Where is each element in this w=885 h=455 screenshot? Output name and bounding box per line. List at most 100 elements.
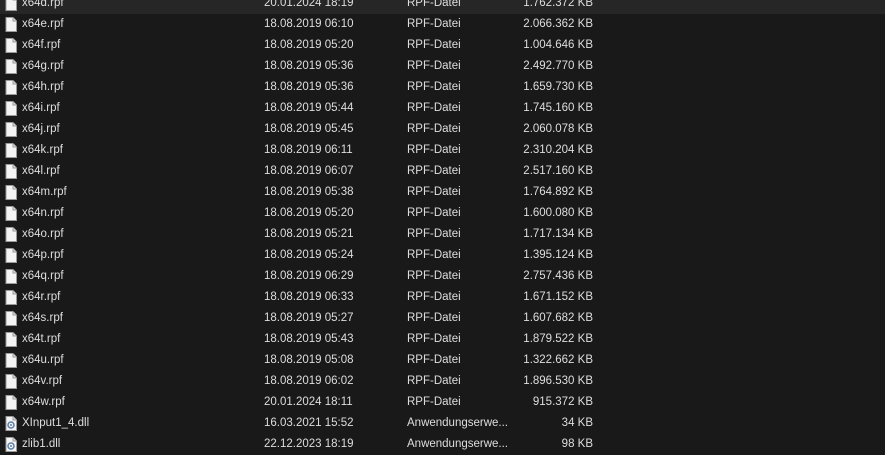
file-size: 1.600.080 KB — [523, 207, 593, 219]
file-row[interactable]: x64e.rpf 18.08.2019 06:10 RPF-Datei 2.066.3… — [0, 14, 885, 35]
document-icon — [5, 227, 17, 242]
file-modified-date: 18.08.2019 05:43 — [264, 333, 354, 345]
file-type: RPF-Datei — [407, 39, 461, 51]
document-icon — [5, 185, 17, 200]
file-name: x64p.rpf — [22, 249, 64, 261]
file-name: x64n.rpf — [22, 207, 64, 219]
file-type: RPF-Datei — [407, 18, 461, 30]
file-modified-date: 18.08.2019 06:33 — [264, 291, 354, 303]
dll-gear-icon — [5, 416, 17, 431]
file-name: XInput1_4.dll — [22, 417, 90, 429]
file-name: x64u.rpf — [22, 354, 64, 366]
file-size: 2.060.078 KB — [523, 123, 593, 135]
file-modified-date: 18.08.2019 06:11 — [264, 144, 353, 156]
file-row[interactable]: XInput1_4.dll 16.03.2021 15:52 Anwendungse… — [0, 413, 885, 434]
file-size: 2.066.362 KB — [523, 18, 593, 30]
file-row[interactable]: x64u.rpf 18.08.2019 05:08 RPF-Datei 1.322.6… — [0, 350, 885, 371]
file-row[interactable]: x64q.rpf 18.08.2019 06:29 RPF-Datei 2.757.4… — [0, 266, 885, 287]
file-type: RPF-Datei — [407, 207, 461, 219]
file-modified-date: 18.08.2019 06:02 — [264, 375, 354, 387]
file-modified-date: 18.08.2019 05:20 — [264, 207, 354, 219]
file-size: 1.671.152 KB — [523, 291, 593, 303]
file-modified-date: 18.08.2019 05:44 — [264, 102, 354, 114]
file-modified-date: 16.03.2021 15:52 — [264, 417, 354, 429]
file-row[interactable]: x64p.rpf 18.08.2019 05:24 RPF-Datei 1.395.1… — [0, 245, 885, 266]
file-modified-date: 18.08.2019 05:24 — [264, 249, 354, 261]
file-row[interactable]: x64k.rpf 18.08.2019 06:11 RPF-Datei 2.310.2… — [0, 140, 885, 161]
file-size: 1.607.682 KB — [523, 312, 593, 324]
file-size: 1.322.662 KB — [523, 354, 593, 366]
file-list: x64d.rpf 20.01.2024 18:19 RPF-Datei 1.762.3… — [0, 0, 885, 455]
file-name: x64m.rpf — [22, 186, 67, 198]
document-icon — [5, 395, 17, 410]
file-modified-date: 18.08.2019 05:36 — [264, 60, 354, 72]
file-row[interactable]: zlib1.dll 22.12.2023 18:19 Anwendungserwe.… — [0, 434, 885, 455]
file-type: Anwendungserwe... — [407, 438, 509, 450]
file-row[interactable]: x64g.rpf 18.08.2019 05:36 RPF-Datei 2.492.7… — [0, 56, 885, 77]
document-icon — [5, 374, 17, 389]
file-name: x64h.rpf — [22, 81, 64, 93]
file-size: 2.757.436 KB — [523, 270, 593, 282]
file-row[interactable]: x64d.rpf 20.01.2024 18:19 RPF-Datei 1.762.3… — [0, 0, 885, 14]
file-size: 34 KB — [561, 417, 593, 429]
file-type: RPF-Datei — [407, 312, 461, 324]
file-size: 2.310.204 KB — [523, 144, 593, 156]
file-row[interactable]: x64m.rpf 18.08.2019 05:38 RPF-Datei 1.764.8… — [0, 182, 885, 203]
document-icon — [5, 269, 17, 284]
file-type: RPF-Datei — [407, 354, 461, 366]
file-row[interactable]: x64w.rpf 20.01.2024 18:11 RPF-Datei 915.372… — [0, 392, 885, 413]
file-row[interactable]: x64s.rpf 18.08.2019 05:27 RPF-Datei 1.607.6… — [0, 308, 885, 329]
file-name: x64w.rpf — [22, 396, 65, 408]
file-name: zlib1.dll — [22, 438, 61, 450]
file-size: 1.004.646 KB — [523, 39, 593, 51]
document-icon — [5, 248, 17, 263]
file-name: x64r.rpf — [22, 291, 61, 303]
file-name: x64t.rpf — [22, 333, 61, 345]
file-name: x64l.rpf — [22, 165, 60, 177]
file-row[interactable]: x64h.rpf 18.08.2019 05:36 RPF-Datei 1.659.7… — [0, 77, 885, 98]
file-type: RPF-Datei — [407, 60, 461, 72]
file-name: x64o.rpf — [22, 228, 64, 240]
file-type: Anwendungserwe... — [407, 417, 509, 429]
file-name: x64e.rpf — [22, 18, 64, 30]
file-row[interactable]: x64n.rpf 18.08.2019 05:20 RPF-Datei 1.600.0… — [0, 203, 885, 224]
file-type: RPF-Datei — [407, 249, 461, 261]
file-modified-date: 18.08.2019 06:07 — [264, 165, 354, 177]
file-row[interactable]: x64t.rpf 18.08.2019 05:43 RPF-Datei 1.879.5… — [0, 329, 885, 350]
file-row[interactable]: x64f.rpf 18.08.2019 05:20 RPF-Datei 1.004.6… — [0, 35, 885, 56]
document-icon — [5, 206, 17, 221]
document-icon — [5, 353, 17, 368]
file-name: x64g.rpf — [22, 60, 64, 72]
file-row[interactable]: x64v.rpf 18.08.2019 06:02 RPF-Datei 1.896.5… — [0, 371, 885, 392]
file-size: 1.717.134 KB — [523, 228, 593, 240]
document-icon — [5, 0, 17, 11]
file-type: RPF-Datei — [407, 165, 461, 177]
file-type: RPF-Datei — [407, 228, 461, 240]
file-modified-date: 18.08.2019 05:27 — [264, 312, 354, 324]
file-size: 1.395.124 KB — [523, 249, 593, 261]
file-type: RPF-Datei — [407, 375, 461, 387]
file-size: 1.745.160 KB — [523, 102, 593, 114]
file-modified-date: 18.08.2019 05:38 — [264, 186, 354, 198]
file-name: x64f.rpf — [22, 39, 61, 51]
file-modified-date: 18.08.2019 05:20 — [264, 39, 354, 51]
file-name: x64q.rpf — [22, 270, 64, 282]
file-type: RPF-Datei — [407, 270, 461, 282]
file-type: RPF-Datei — [407, 0, 461, 9]
file-row[interactable]: x64l.rpf 18.08.2019 06:07 RPF-Datei 2.517.1… — [0, 161, 885, 182]
file-type: RPF-Datei — [407, 396, 461, 408]
file-size: 98 KB — [561, 438, 593, 450]
file-row[interactable]: x64i.rpf 18.08.2019 05:44 RPF-Datei 1.745.1… — [0, 98, 885, 119]
file-name: x64v.rpf — [22, 375, 63, 387]
file-row[interactable]: x64o.rpf 18.08.2019 05:21 RPF-Datei 1.717.1… — [0, 224, 885, 245]
file-type: RPF-Datei — [407, 102, 461, 114]
file-type: RPF-Datei — [407, 186, 461, 198]
document-icon — [5, 38, 17, 53]
file-row[interactable]: x64r.rpf 18.08.2019 06:33 RPF-Datei 1.671.1… — [0, 287, 885, 308]
file-modified-date: 18.08.2019 06:29 — [264, 270, 354, 282]
document-icon — [5, 122, 17, 137]
document-icon — [5, 17, 17, 32]
file-name: x64k.rpf — [22, 144, 63, 156]
file-size: 1.764.892 KB — [523, 186, 593, 198]
file-row[interactable]: x64j.rpf 18.08.2019 05:45 RPF-Datei 2.060.0… — [0, 119, 885, 140]
